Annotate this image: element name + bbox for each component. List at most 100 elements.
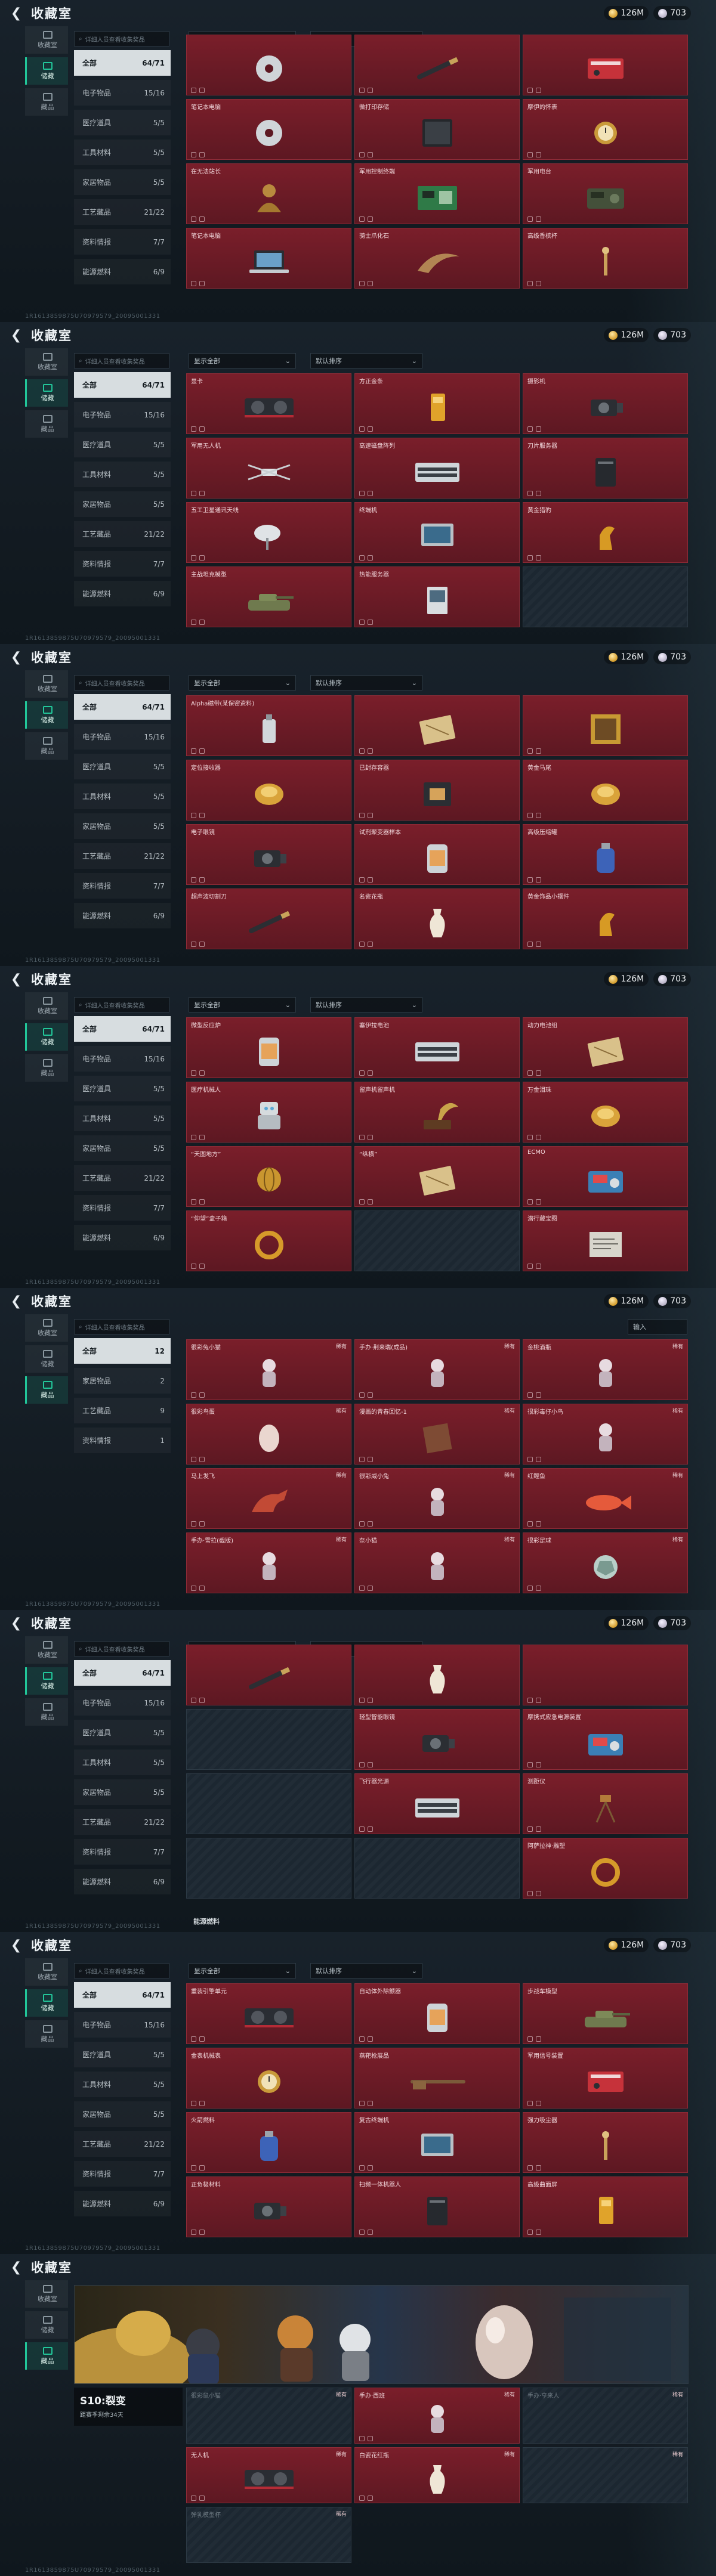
search-input[interactable]: ⌕ 详细人员查看收集奖品 bbox=[74, 1319, 169, 1335]
currency-pill[interactable]: 126M bbox=[604, 1294, 649, 1308]
rail-tab-0[interactable]: 收藏室 bbox=[25, 1958, 68, 1986]
collection-item-card[interactable]: “纵横” bbox=[354, 1146, 520, 1207]
collection-item-card[interactable]: 重装引擎单元 bbox=[186, 1983, 351, 2044]
filter-dropdown[interactable]: 显示全部 ⌄ bbox=[189, 1963, 296, 1979]
collection-item-card[interactable]: 塞伊拉电池 bbox=[354, 1017, 520, 1078]
category-item[interactable]: 工具材料 5/5 bbox=[74, 1106, 171, 1131]
collection-item-card[interactable] bbox=[354, 1838, 520, 1899]
premium-pill[interactable]: 703 bbox=[653, 650, 691, 664]
collection-item-card[interactable]: 热能服务器 bbox=[354, 566, 520, 627]
category-item[interactable]: 医疗道具 5/5 bbox=[74, 754, 171, 779]
collection-item-card[interactable]: 笔记本电脑 bbox=[186, 99, 351, 160]
search-input[interactable]: ⌕ 详细人员查看收集奖品 bbox=[74, 31, 169, 47]
collection-item-card[interactable]: 很彩鸟蛋 稀有 bbox=[186, 1404, 351, 1465]
collection-item-card[interactable]: 黄金猎豹 bbox=[523, 502, 688, 563]
category-item[interactable]: 资料情报 7/7 bbox=[74, 2161, 171, 2187]
collection-item-card[interactable]: 主战坦克模型 bbox=[186, 566, 351, 627]
search-input[interactable]: ⌕ 详细人员查看收集奖品 bbox=[74, 675, 169, 691]
collection-item-card[interactable]: 摩携式应急电源装置 bbox=[523, 1709, 688, 1770]
collection-item-card[interactable]: 已封存容器 bbox=[354, 760, 520, 821]
collection-item-card[interactable]: 白瓷花红瓶 稀有 bbox=[354, 2447, 520, 2503]
collection-item-card[interactable] bbox=[354, 1210, 520, 1271]
collection-item-card[interactable]: 稀有 bbox=[523, 2447, 688, 2503]
premium-pill[interactable]: 703 bbox=[653, 328, 691, 342]
category-item[interactable]: 全部 12 bbox=[74, 1338, 171, 1364]
category-item[interactable]: 工艺藏品 21/22 bbox=[74, 1809, 171, 1835]
category-item[interactable]: 能源燃料 6/9 bbox=[74, 903, 171, 928]
collection-item-card[interactable]: 动力电池组 bbox=[523, 1017, 688, 1078]
category-item[interactable]: 工艺藏品 9 bbox=[74, 1398, 171, 1423]
category-item[interactable]: 资料情报 7/7 bbox=[74, 551, 171, 577]
collection-item-card[interactable]: 名瓷花瓶 bbox=[354, 888, 520, 949]
collection-item-card[interactable]: 军用无人机 bbox=[186, 438, 351, 499]
collection-item-card[interactable]: 手办·荆来瑞(成品) 稀有 bbox=[354, 1339, 520, 1400]
back-button[interactable]: ❮ bbox=[8, 5, 24, 21]
filter-dropdown[interactable]: 显示全部 ⌄ bbox=[189, 353, 296, 369]
category-item[interactable]: 全部 64/71 bbox=[74, 1016, 171, 1042]
rail-tab-1[interactable]: 储藏 bbox=[25, 379, 68, 407]
category-item[interactable]: 资料情报 7/7 bbox=[74, 1839, 171, 1865]
collection-item-card[interactable]: 黄金马尾 bbox=[523, 760, 688, 821]
category-item[interactable]: 电子物品 15/16 bbox=[74, 2012, 171, 2038]
category-item[interactable]: 医疗道具 5/5 bbox=[74, 110, 171, 135]
rail-tab-0[interactable]: 收藏室 bbox=[25, 26, 68, 54]
collection-item-card[interactable]: 定位接收器 bbox=[186, 760, 351, 821]
collection-item-card[interactable]: 复古终端机 bbox=[354, 2112, 520, 2173]
back-button[interactable]: ❮ bbox=[8, 649, 24, 665]
back-button[interactable]: ❮ bbox=[8, 971, 24, 987]
category-item[interactable]: 家居物品 5/5 bbox=[74, 169, 171, 195]
collection-item-card[interactable]: ECMO bbox=[523, 1146, 688, 1207]
rail-tab-1[interactable]: 储藏 bbox=[25, 1667, 68, 1695]
currency-pill[interactable]: 126M bbox=[604, 972, 649, 986]
category-item[interactable]: 资料情报 7/7 bbox=[74, 229, 171, 255]
collection-item-card[interactable]: 微打印存储 bbox=[354, 99, 520, 160]
category-item[interactable]: 资料情报 1 bbox=[74, 1428, 171, 1453]
category-item[interactable]: 能源燃料 6/9 bbox=[74, 581, 171, 606]
rail-tab-1[interactable]: 储藏 bbox=[25, 1023, 68, 1051]
rail-tab-2[interactable]: 藏品 bbox=[25, 2020, 68, 2048]
search-input[interactable]: ⌕ 详细人员查看收集奖品 bbox=[74, 353, 169, 369]
category-item[interactable]: 全部 64/71 bbox=[74, 372, 171, 398]
collection-item-card[interactable] bbox=[523, 35, 688, 95]
category-item[interactable]: 工具材料 5/5 bbox=[74, 462, 171, 487]
rail-tab-2[interactable]: 藏品 bbox=[25, 1698, 68, 1726]
collection-item-card[interactable]: 很彩威小兔 稀有 bbox=[354, 1468, 520, 1529]
category-item[interactable]: 家居物品 5/5 bbox=[74, 491, 171, 517]
collection-item-card[interactable]: 火箭燃料 bbox=[186, 2112, 351, 2173]
category-item[interactable]: 工艺藏品 21/22 bbox=[74, 1165, 171, 1191]
back-button[interactable]: ❮ bbox=[8, 1615, 24, 1631]
collection-item-card[interactable]: 方正金条 bbox=[354, 373, 520, 434]
rail-tab-2[interactable]: 藏品 bbox=[25, 1054, 68, 1082]
collection-item-card[interactable] bbox=[186, 1645, 351, 1705]
collection-item-card[interactable]: 潜行藏宝图 bbox=[523, 1210, 688, 1271]
collection-item-card[interactable]: 试剂聚变器样本 bbox=[354, 824, 520, 885]
filter-dropdown[interactable]: 显示全部 ⌄ bbox=[189, 675, 296, 691]
category-item[interactable]: 医疗道具 5/5 bbox=[74, 1720, 171, 1745]
sort-dropdown[interactable]: 默认排序 ⌄ bbox=[310, 675, 422, 691]
rail-tab-1[interactable]: 储藏 bbox=[25, 1989, 68, 2017]
filter-dropdown[interactable]: 显示全部 ⌄ bbox=[189, 997, 296, 1013]
category-item[interactable]: 全部 64/71 bbox=[74, 1982, 171, 2008]
collection-item-card[interactable]: 轻型智能眼镜 bbox=[354, 1709, 520, 1770]
collection-item-card[interactable] bbox=[523, 566, 688, 627]
collection-item-card[interactable]: 在无法站长 bbox=[186, 163, 351, 224]
currency-pill[interactable]: 126M bbox=[604, 1616, 649, 1630]
category-item[interactable]: 工具材料 5/5 bbox=[74, 2072, 171, 2097]
category-item[interactable]: 电子物品 15/16 bbox=[74, 1046, 171, 1072]
collection-item-card[interactable]: 留声机留声机 bbox=[354, 1082, 520, 1143]
premium-pill[interactable]: 703 bbox=[653, 1294, 691, 1308]
rail-tab-2[interactable]: 藏品 bbox=[25, 732, 68, 760]
rail-tab-1[interactable]: 储藏 bbox=[25, 1345, 68, 1373]
rail-tab-0[interactable]: 收藏室 bbox=[25, 992, 68, 1020]
category-item[interactable]: 医疗道具 5/5 bbox=[74, 1076, 171, 1101]
category-item[interactable]: 全部 64/71 bbox=[74, 694, 171, 720]
category-item[interactable]: 家居物品 5/5 bbox=[74, 813, 171, 839]
collection-item-card[interactable]: 强力吸尘器 bbox=[523, 2112, 688, 2173]
rail-tab-0[interactable]: 收藏室 bbox=[25, 670, 68, 698]
collection-item-card[interactable]: 手办·西班 稀有 bbox=[354, 2388, 520, 2444]
collection-item-card[interactable]: 很彩足球 稀有 bbox=[523, 1532, 688, 1593]
category-item[interactable]: 家居物品 5/5 bbox=[74, 2101, 171, 2127]
category-item[interactable]: 家居物品 5/5 bbox=[74, 1135, 171, 1161]
rail-tab-2[interactable]: 藏品 bbox=[25, 1376, 68, 1404]
collection-item-card[interactable]: 很彩兔小猫 稀有 bbox=[186, 1339, 351, 1400]
